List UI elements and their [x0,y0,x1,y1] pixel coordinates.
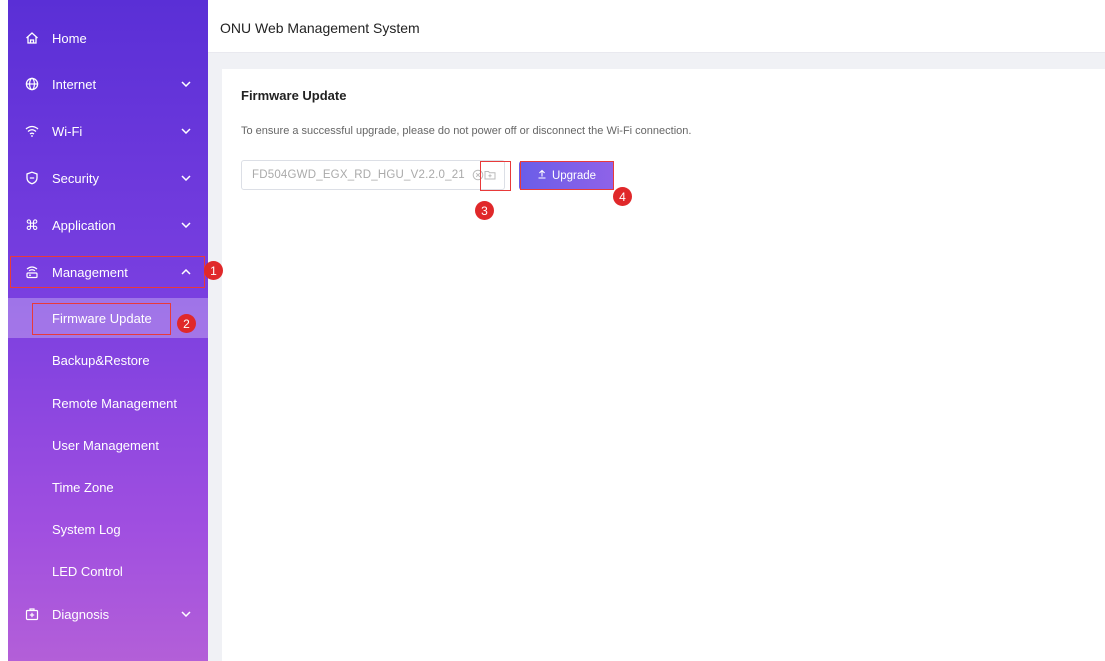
submenu-system-log[interactable]: System Log [8,509,208,549]
firmware-update-card: Firmware Update To ensure a successful u… [222,69,1105,661]
chevron-down-icon [180,125,192,137]
annotation-badge-1: 1 [204,261,223,280]
globe-icon [24,76,40,92]
annotation-highlight-browse [480,161,511,191]
annotation-highlight-management [10,256,205,288]
sidebar-item-label: Internet [52,76,97,92]
chevron-down-icon [180,219,192,231]
sidebar-item-label: Diagnosis [52,606,110,622]
chevron-down-icon [180,608,192,620]
submenu-label: LED Control [52,563,123,579]
submenu-label: Remote Management [52,395,178,411]
command-icon: ⌘ [25,216,39,233]
submenu-user-management[interactable]: User Management [8,425,208,465]
shield-icon [24,170,40,186]
medkit-icon [24,606,40,622]
firmware-file-input[interactable]: FD504GWD_EGX_RD_HGU_V2.2.0_21 [241,160,505,190]
sidebar-item-label: Wi-Fi [52,123,83,139]
sidebar-item-internet[interactable]: Internet [8,64,208,104]
annotation-badge-4: 4 [613,187,632,206]
sidebar-item-label: Home [52,30,87,46]
sidebar-item-home[interactable]: Home [8,18,208,58]
firmware-filename: FD504GWD_EGX_RD_HGU_V2.2.0_21 [252,169,465,181]
submenu-led-control[interactable]: LED Control [8,551,208,591]
sidebar-item-security[interactable]: Security [8,158,208,198]
sidebar-item-diagnosis[interactable]: Diagnosis [8,594,208,634]
chevron-down-icon [180,78,192,90]
app-title: ONU Web Management System [220,20,420,36]
sidebar-item-label: Security [52,170,99,186]
page-title: Firmware Update [241,88,347,103]
chevron-down-icon [180,172,192,184]
submenu-remote-management[interactable]: Remote Management [8,383,208,423]
annotation-badge-3: 3 [475,201,494,220]
wifi-icon [24,123,40,139]
annotation-highlight-firmware-update [32,303,171,335]
annotation-highlight-upgrade [520,161,614,190]
submenu-label: System Log [52,521,121,537]
submenu-time-zone[interactable]: Time Zone [8,467,208,507]
top-header: ONU Web Management System [208,0,1105,53]
submenu-label: Time Zone [52,479,114,495]
annotation-badge-2: 2 [177,314,196,333]
sidebar-item-wifi[interactable]: Wi-Fi [8,111,208,151]
submenu-backup-restore[interactable]: Backup&Restore [8,340,208,380]
submenu-label: User Management [52,437,159,453]
home-icon [24,30,40,46]
submenu-label: Backup&Restore [52,352,150,368]
upgrade-warning-text: To ensure a successful upgrade, please d… [241,125,692,137]
sidebar-item-application[interactable]: ⌘ Application [8,205,208,245]
sidebar-item-label: Application [52,217,116,233]
